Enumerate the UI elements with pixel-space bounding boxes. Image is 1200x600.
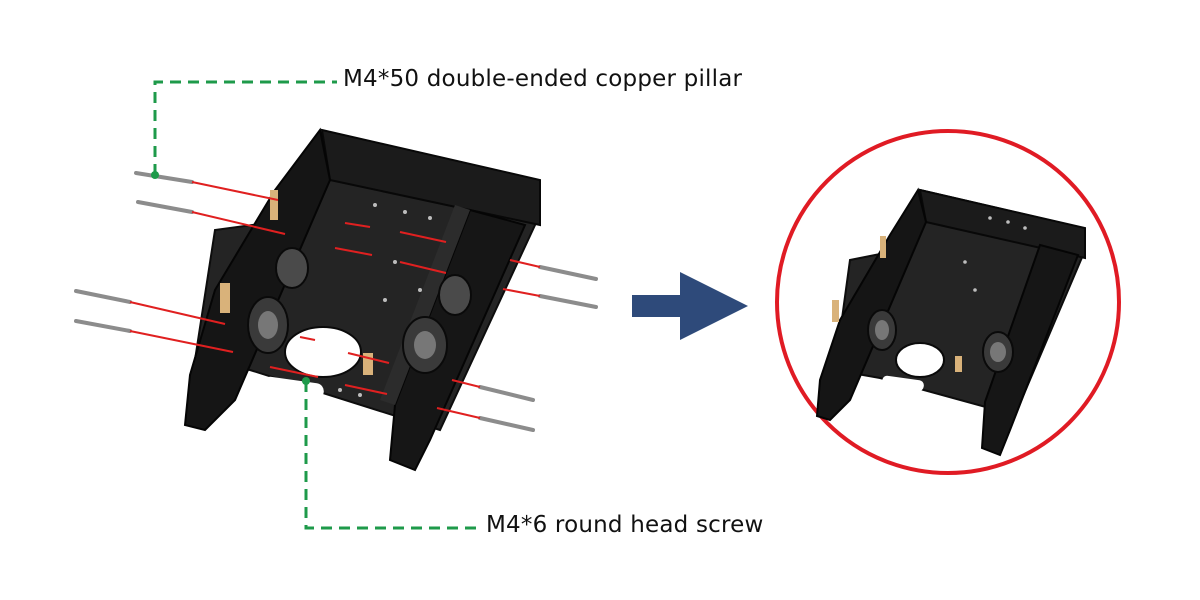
callout-screw-dot <box>302 377 310 385</box>
right-arrow-icon <box>632 272 748 340</box>
center-round-hole <box>284 326 362 378</box>
screw-callout-label: M4*6 round head screw <box>486 512 764 538</box>
left-pillars <box>74 171 194 333</box>
pillar-callout-label: M4*50 double-ended copper pillar <box>343 66 743 92</box>
callout-pillar-dot <box>151 171 159 179</box>
copper-standoff <box>220 283 230 313</box>
